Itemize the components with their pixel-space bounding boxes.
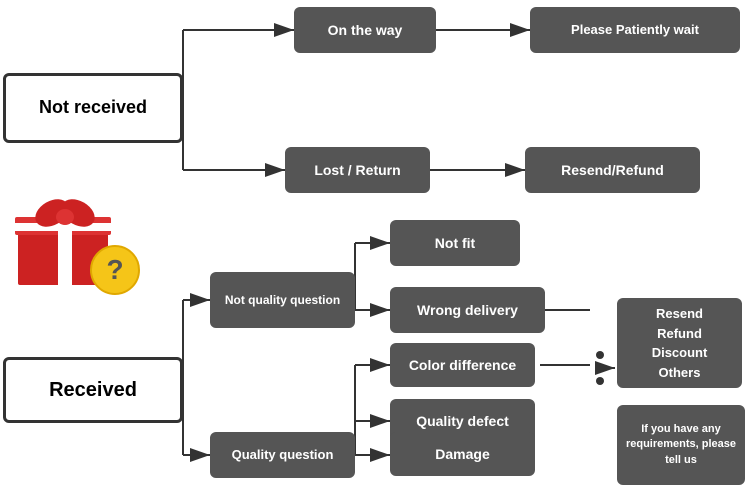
resend-refund-top-box: Resend/Refund bbox=[525, 147, 700, 193]
not-received-box: Not received bbox=[3, 73, 183, 143]
flowchart-diagram: Not received On the way Please Patiently… bbox=[0, 0, 750, 500]
requirements-box: If you have any requirements, please tel… bbox=[617, 405, 745, 485]
please-wait-box: Please Patiently wait bbox=[530, 7, 740, 53]
quality-question-box: Quality question bbox=[210, 432, 355, 478]
resend-refund-options-box: Resend Refund Discount Others bbox=[617, 298, 742, 388]
lost-return-box: Lost / Return bbox=[285, 147, 430, 193]
on-the-way-box: On the way bbox=[294, 7, 436, 53]
damage-box: Damage bbox=[390, 432, 535, 476]
question-icon: ? bbox=[90, 245, 140, 295]
resend-refund-options-text: Resend Refund Discount Others bbox=[652, 304, 708, 382]
not-quality-question-box: Not quality question bbox=[210, 272, 355, 328]
not-fit-box: Not fit bbox=[390, 220, 520, 266]
received-box: Received bbox=[3, 357, 183, 423]
gift-icon-area: ? bbox=[10, 185, 140, 295]
wrong-delivery-box: Wrong delivery bbox=[390, 287, 545, 333]
color-difference-box: Color difference bbox=[390, 343, 535, 387]
